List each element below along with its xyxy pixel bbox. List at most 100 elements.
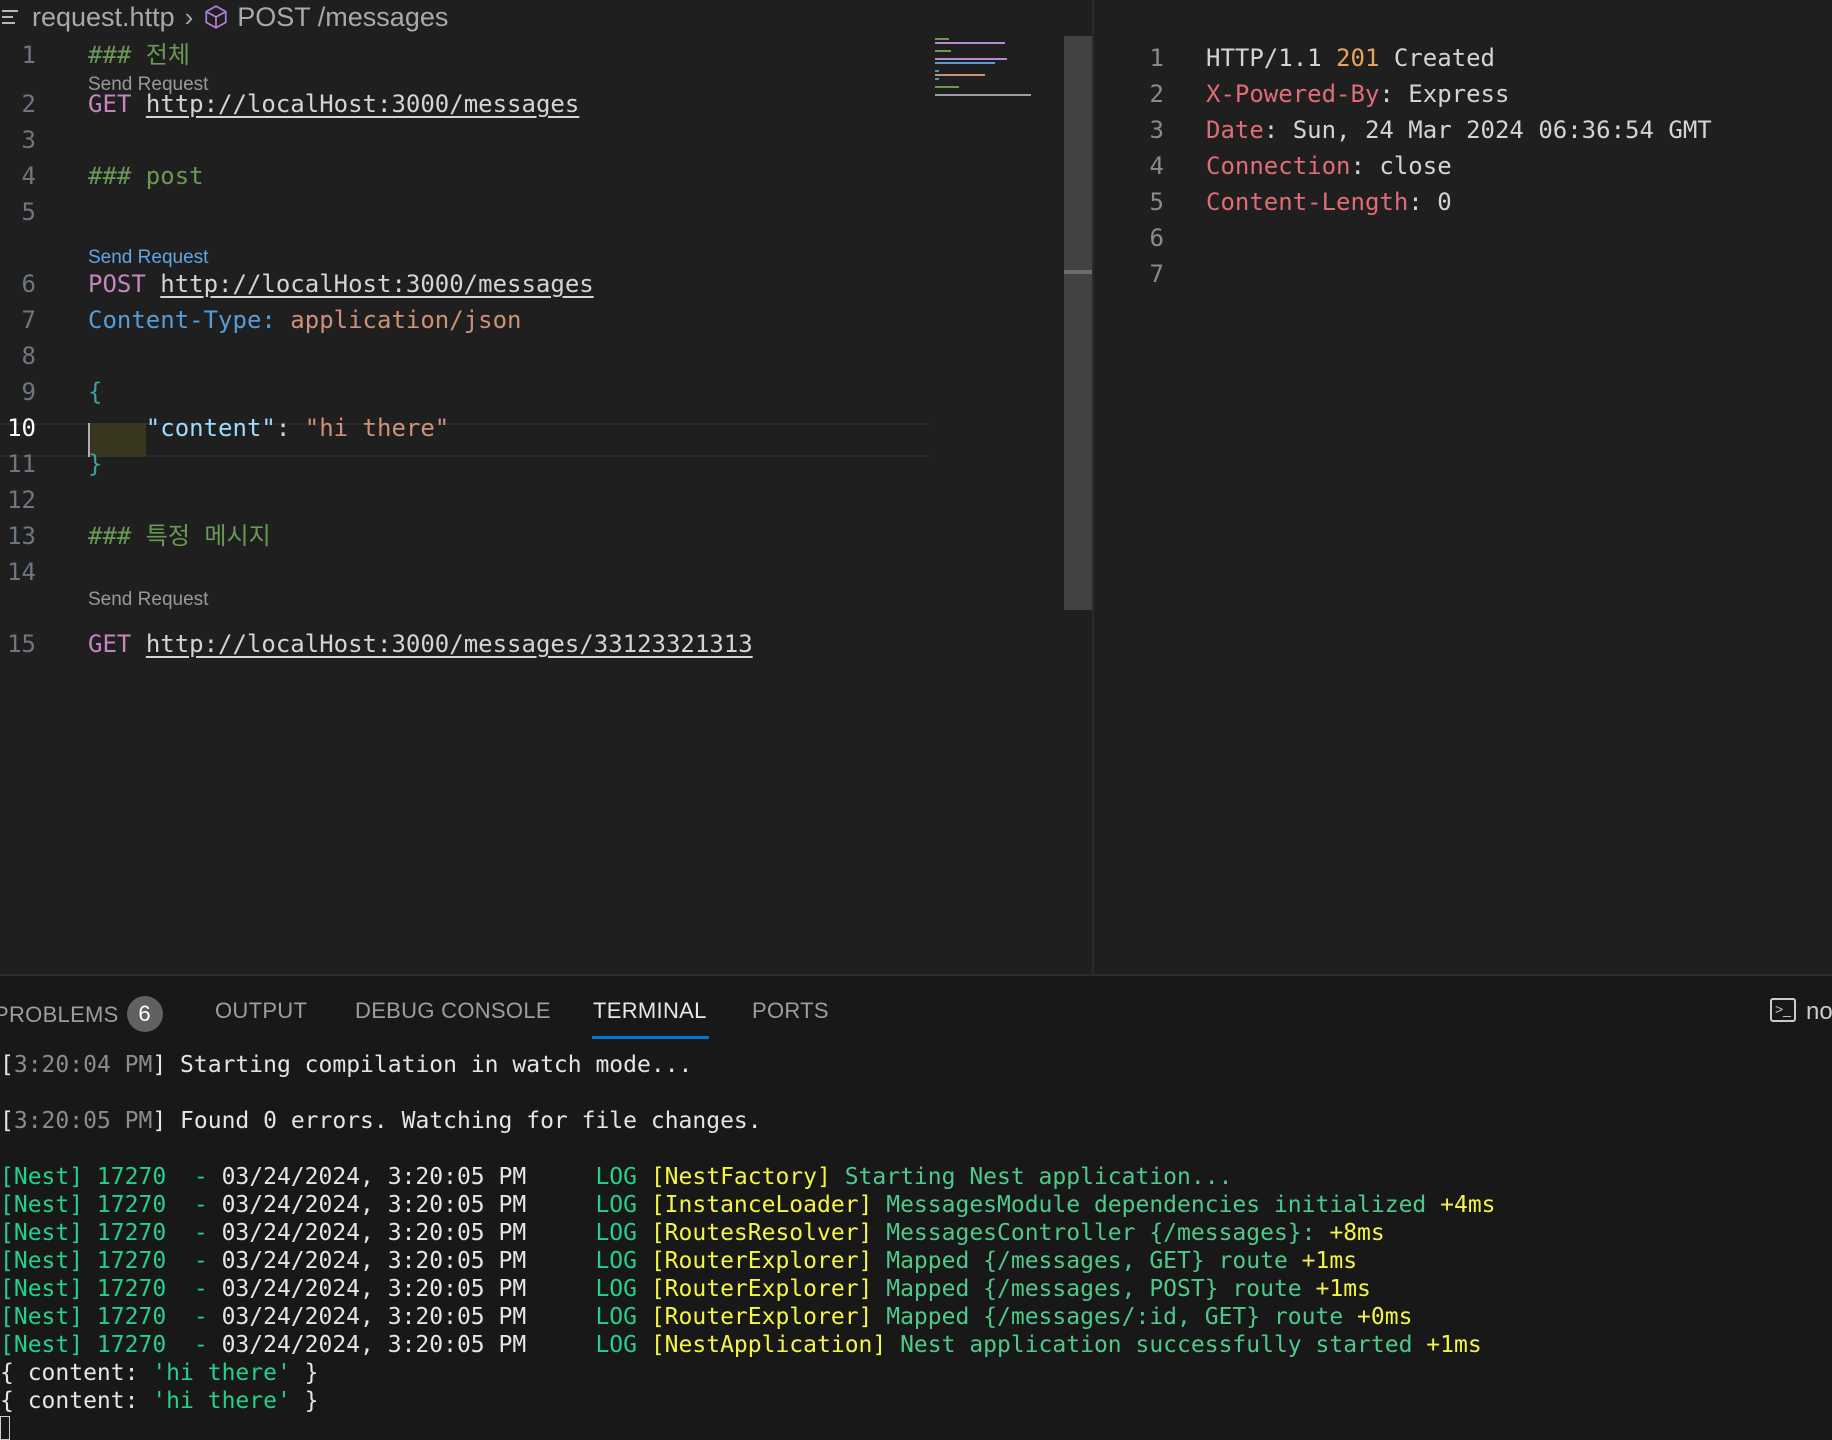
comment-text: ### 전체 [88,41,190,69]
object-open: { content: [0,1360,153,1386]
string-value: 'hi there' [152,1388,291,1414]
log-context: [NestApplication] [650,1332,887,1358]
line-number: 7 [21,306,36,334]
log-level: LOG [526,1248,651,1274]
line-number: 8 [21,342,36,370]
send-request-codelens[interactable]: Send Request [88,587,208,613]
nest-timestamp: 03/24/2024, 3:20:05 PM [221,1164,527,1190]
log-message: Mapped {/messages/:id, GET} route [872,1304,1344,1330]
bracket: [ [0,1052,14,1078]
request-url-link[interactable]: http://localHost:3000/messages/331233213… [146,630,753,658]
code-line: 12 [0,482,930,518]
line-content: ### 전체 [88,37,190,73]
log-delta: +8ms [1315,1220,1385,1246]
line-content: { [88,374,102,410]
tab-problems[interactable]: PROBLEMS 6 [0,996,163,1034]
line-number: 4 [21,162,36,190]
terminal-output-line: { content: 'hi there' } [0,1387,1832,1415]
log-context: [RouterExplorer] [650,1304,873,1330]
response-header-key: X-Powered-By [1206,80,1380,108]
timestamp: 3:20:04 PM [13,1052,153,1078]
line-number: 11 [7,450,36,478]
tab-ports[interactable]: PORTS [752,998,829,1024]
json-colon: : [275,414,305,442]
terminal-cursor [0,1416,10,1440]
breadcrumb-file[interactable]: request.http [32,2,175,33]
log-delta: +4ms [1426,1192,1496,1218]
json-brace: { [88,378,103,406]
object-close: } [290,1360,319,1386]
terminal-log-line: [Nest] 17270 - 03/24/2024, 3:20:05 PM LO… [0,1247,1832,1275]
log-context: [RouterExplorer] [650,1276,873,1302]
log-message: Starting Nest application... [830,1164,1233,1190]
log-delta: +1ms [1301,1276,1371,1302]
line-content: ### post [88,158,204,194]
nest-prefix: [Nest] 17270 - [0,1248,222,1274]
terminal-log-line: [Nest] 17270 - 03/24/2024, 3:20:05 PM LO… [0,1303,1832,1331]
object-close: } [290,1388,319,1414]
tab-output[interactable]: OUTPUT [215,998,307,1024]
log-context: [NestFactory] [650,1164,831,1190]
file-lines-icon [2,10,18,24]
log-message: MessagesController {/messages}: [872,1220,1316,1246]
terminal-log-line: [Nest] 17270 - 03/24/2024, 3:20:05 PM LO… [0,1331,1832,1359]
status-code: 201 [1336,44,1380,72]
request-url-link[interactable]: http://localHost:3000/messages [160,270,593,298]
terminal-message: Found 0 errors. Watching for file change… [180,1108,762,1134]
line-number: 2 [1149,80,1164,108]
code-line: 1 ### 전체 [0,37,930,73]
line-content: } [88,446,102,482]
bracket: ] [152,1052,181,1078]
log-message: MessagesModule dependencies initialized [872,1192,1427,1218]
nest-timestamp: 03/24/2024, 3:20:05 PM [221,1220,527,1246]
nest-timestamp: 03/24/2024, 3:20:05 PM [221,1192,527,1218]
minimap[interactable] [935,36,1065,106]
tab-debug-console[interactable]: DEBUG CONSOLE [355,998,551,1024]
response-line-content: HTTP/1.1 201 Created [1206,40,1495,76]
line-number: 5 [1149,188,1164,216]
tab-terminal[interactable]: TERMINAL [593,998,707,1024]
log-message: Mapped {/messages, POST} route [872,1276,1302,1302]
log-context: [RoutesResolver] [650,1220,873,1246]
terminal-icon[interactable]: >_ [1770,998,1796,1022]
code-line: 5 [0,194,930,230]
cube-icon [205,5,227,29]
response-line-content: X-Powered-By: Express [1206,76,1509,112]
problems-count-badge: 6 [126,996,163,1032]
line-number: 15 [7,630,36,658]
nest-timestamp: 03/24/2024, 3:20:05 PM [221,1248,527,1274]
panel-tabs: PROBLEMS 6 OUTPUT DEBUG CONSOLE TERMINAL … [0,976,1832,1046]
terminal-line: [3:20:04 PM] Starting compilation in wat… [0,1051,1832,1079]
line-number: 7 [1149,260,1164,288]
log-level: LOG [526,1332,651,1358]
line-content: POST http://localHost:3000/messages [88,266,594,302]
editor-scrollbar-thumb[interactable] [1064,36,1092,610]
http-method: GET [88,90,132,118]
terminal-name[interactable]: no [1806,998,1832,1026]
active-tab-indicator [592,1036,709,1039]
response-pane[interactable]: 1 HTTP/1.1 201 Created 2 X-Powered-By: Expr… [1094,0,1832,974]
nest-timestamp: 03/24/2024, 3:20:05 PM [221,1276,527,1302]
nest-prefix: [Nest] 17270 - [0,1164,222,1190]
line-number: 3 [21,126,36,154]
response-line: 5 Content-Length: 0 [1094,184,1832,220]
log-delta: +1ms [1412,1332,1482,1358]
line-content: Content-Type: application/json [88,302,521,338]
response-header-key: Date [1206,116,1264,144]
log-message: Mapped {/messages, GET} route [872,1248,1288,1274]
line-content: GET http://localHost:3000/messages/33123… [88,626,753,662]
timestamp: 3:20:05 PM [13,1108,153,1134]
breadcrumb-symbol[interactable]: POST /messages [237,2,448,33]
http-protocol: HTTP/1.1 [1206,44,1337,72]
response-line: 2 X-Powered-By: Express [1094,76,1832,112]
line-number: 6 [1149,224,1164,252]
comment-text: ### 특정 메시지 [88,522,271,550]
terminal-message: Starting compilation in watch mode... [180,1052,693,1078]
terminal-log-line: [Nest] 17270 - 03/24/2024, 3:20:05 PM LO… [0,1163,1832,1191]
editor-pane[interactable]: request.http › POST /messages 1 ### 전체 Sen… [0,0,1092,974]
nest-prefix: [Nest] 17270 - [0,1192,222,1218]
request-url-link[interactable]: http://localHost:3000/messages [146,90,579,118]
log-level: LOG [526,1164,651,1190]
object-open: { content: [0,1388,153,1414]
http-method: GET [88,630,132,658]
